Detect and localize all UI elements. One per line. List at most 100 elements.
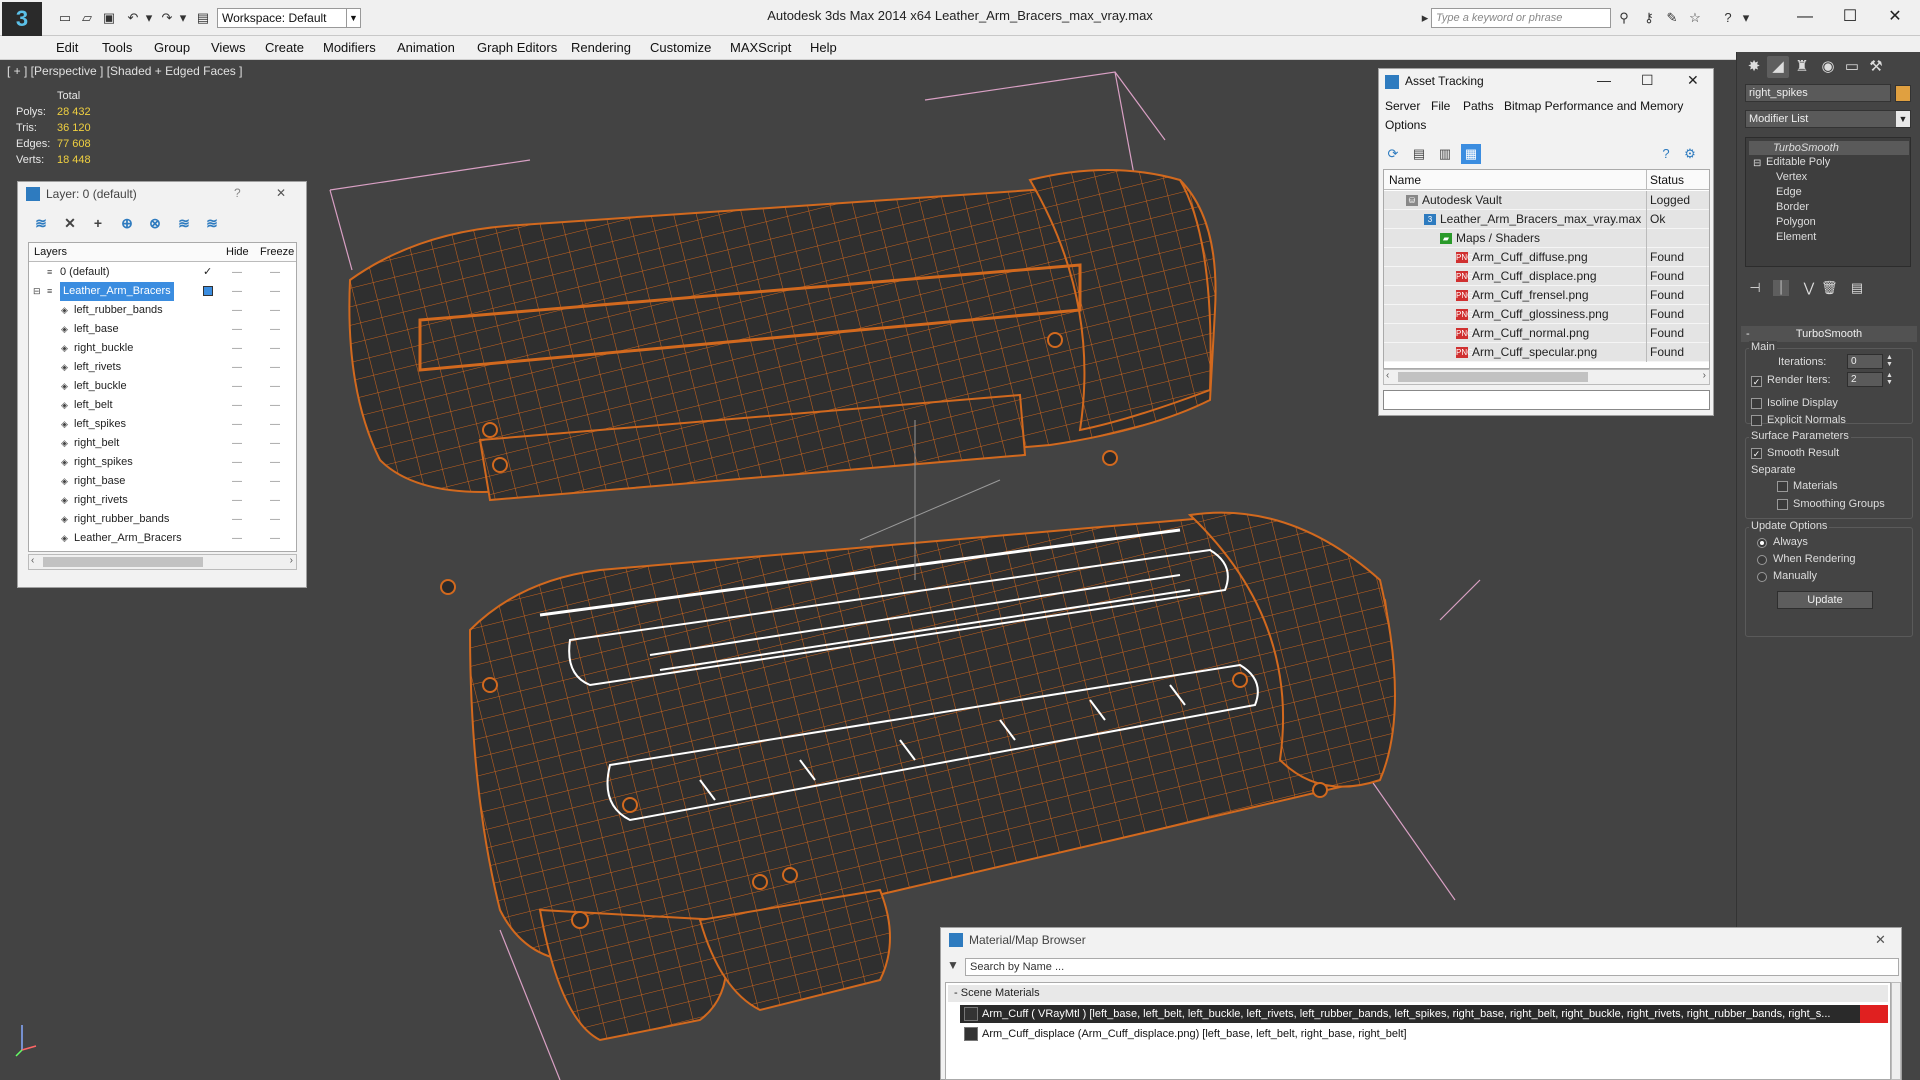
layer-row[interactable]: ≡ 0 (default) ✓ — — <box>29 263 296 282</box>
project-folder-icon[interactable]: ▤ <box>194 9 212 27</box>
scroll-left-icon[interactable]: ‹ <box>31 555 34 566</box>
layer-row[interactable]: ◈ right_buckle — — <box>29 339 296 358</box>
menu-animation[interactable]: Animation <box>397 40 455 55</box>
freeze-toggle[interactable]: — <box>270 434 280 453</box>
menu-graph-editors[interactable]: Graph Editors <box>477 40 557 55</box>
freeze-toggle[interactable]: — <box>270 358 280 377</box>
subscription-icon[interactable]: ⚷ <box>1640 9 1658 27</box>
browser-vscrollbar[interactable] <box>1891 982 1901 1080</box>
menu-rendering[interactable]: Rendering <box>571 40 631 55</box>
smooth-result-checkbox[interactable]: ✓ <box>1751 448 1762 459</box>
freeze-toggle[interactable]: — <box>270 529 280 548</box>
table-view-icon[interactable]: ▦ <box>1461 144 1481 164</box>
menu-customize[interactable]: Customize <box>650 40 711 55</box>
asset-path-field[interactable] <box>1383 390 1710 410</box>
pin-stack-icon[interactable]: ⊣ <box>1747 280 1763 296</box>
layer-row[interactable]: ◈ left_rivets — — <box>29 358 296 377</box>
highlight-layer-icon[interactable]: ⊗ <box>146 214 164 232</box>
spinner-arrows-icon[interactable]: ▲ ▼ <box>1885 354 1894 369</box>
stack-item-vertex[interactable]: Vertex <box>1776 171 1807 183</box>
menu-options[interactable]: Options <box>1385 118 1426 132</box>
browser-options-icon[interactable]: ▼ <box>947 958 959 972</box>
layer-row[interactable]: ◈ right_belt — — <box>29 434 296 453</box>
freeze-toggle[interactable]: — <box>270 415 280 434</box>
motion-tab-icon[interactable]: ◉ <box>1817 56 1839 78</box>
asset-row[interactable]: PNG Arm_Cuff_displace.png Found <box>1384 267 1709 286</box>
add-to-layer-icon[interactable]: + <box>89 214 107 232</box>
close-button[interactable]: ✕ <box>1873 4 1917 30</box>
show-end-result-icon[interactable]: ⏐ <box>1773 280 1789 296</box>
hide-toggle[interactable]: — <box>232 510 242 529</box>
freeze-toggle[interactable]: — <box>270 377 280 396</box>
help-icon[interactable]: ? <box>1719 9 1737 27</box>
scroll-thumb[interactable] <box>1398 372 1588 382</box>
menu-modifiers[interactable]: Modifiers <box>323 40 376 55</box>
minimize-button[interactable]: — <box>1783 4 1827 30</box>
create-layer-icon[interactable]: ≋ <box>32 214 50 232</box>
freeze-toggle[interactable]: — <box>270 510 280 529</box>
manually-radio[interactable] <box>1757 572 1767 582</box>
minimize-button[interactable]: — <box>1597 72 1611 88</box>
hide-toggle[interactable]: — <box>232 320 242 339</box>
modifier-list-dropdown[interactable]: Modifier List ▼ <box>1745 110 1911 128</box>
freeze-toggle[interactable]: — <box>270 491 280 510</box>
material-row[interactable]: Arm_Cuff ( VRayMtl ) [left_base, left_be… <box>960 1005 1888 1023</box>
save-file-icon[interactable]: ▣ <box>100 9 118 27</box>
hide-toggle[interactable]: — <box>232 434 242 453</box>
hide-toggle[interactable]: — <box>232 415 242 434</box>
asset-row[interactable]: 3 Leather_Arm_Bracers_max_vray.max Ok <box>1384 210 1709 229</box>
col-freeze[interactable]: Freeze <box>260 243 294 262</box>
open-file-icon[interactable]: ▱ <box>78 9 96 27</box>
stack-item-edge[interactable]: Edge <box>1776 186 1802 198</box>
set-current-box[interactable] <box>203 286 213 296</box>
scroll-left-icon[interactable]: ‹ <box>1386 370 1389 381</box>
help-icon[interactable]: ? <box>234 186 241 200</box>
hide-toggle[interactable]: — <box>232 491 242 510</box>
isoline-checkbox[interactable] <box>1751 398 1762 409</box>
iterations-spinner[interactable]: 0 <box>1847 354 1883 369</box>
modify-tab-icon[interactable]: ◢ <box>1767 56 1789 78</box>
asset-row[interactable]: PNG Arm_Cuff_glossiness.png Found <box>1384 305 1709 324</box>
scroll-right-icon[interactable]: › <box>1703 370 1706 381</box>
smoothing-groups-checkbox[interactable] <box>1777 499 1788 510</box>
menu-views[interactable]: Views <box>211 40 245 55</box>
stack-item-border[interactable]: Border <box>1776 201 1809 213</box>
col-name[interactable]: Name <box>1389 170 1421 190</box>
layer-row[interactable]: ◈ right_rivets — — <box>29 491 296 510</box>
stack-item-editable-poly[interactable]: Editable Poly <box>1766 156 1830 168</box>
redo-dropdown-icon[interactable]: ▾ <box>174 9 192 27</box>
expand-minus-icon[interactable]: ⊟ <box>33 286 43 296</box>
thumb-view-icon[interactable]: ▥ <box>1435 144 1455 164</box>
asset-row[interactable]: PNG Arm_Cuff_specular.png Found <box>1384 343 1709 362</box>
materials-checkbox[interactable] <box>1777 481 1788 492</box>
material-row[interactable]: Arm_Cuff_displace (Arm_Cuff_displace.png… <box>960 1025 1888 1043</box>
menu-create[interactable]: Create <box>265 40 304 55</box>
stack-item-polygon[interactable]: Polygon <box>1776 216 1816 228</box>
close-button[interactable]: ✕ <box>1687 72 1699 89</box>
utilities-tab-icon[interactable]: ⚒ <box>1865 56 1887 78</box>
close-icon[interactable]: ✕ <box>276 186 286 200</box>
search-input[interactable]: Search by Name ... <box>965 958 1899 976</box>
undo-dropdown-icon[interactable]: ▾ <box>140 9 158 27</box>
freeze-toggle[interactable]: — <box>270 320 280 339</box>
freeze-toggle[interactable]: — <box>270 472 280 491</box>
scroll-right-icon[interactable]: › <box>290 555 293 566</box>
close-icon[interactable]: ✕ <box>1875 932 1886 948</box>
layer-row[interactable]: ◈ left_belt — — <box>29 396 296 415</box>
layer-row[interactable]: ◈ right_spikes — — <box>29 453 296 472</box>
menu-paths[interactable]: Paths <box>1463 99 1494 113</box>
render-iters-checkbox[interactable]: ✓ <box>1751 376 1762 387</box>
settings-icon[interactable]: ⚙ <box>1680 144 1700 164</box>
spinner-arrows-icon[interactable]: ▲ ▼ <box>1885 372 1894 387</box>
layer-row[interactable]: ◈ right_rubber_bands — — <box>29 510 296 529</box>
freeze-toggle[interactable]: — <box>270 263 280 282</box>
stack-item-element[interactable]: Element <box>1776 231 1816 243</box>
favorites-star-icon[interactable]: ☆ <box>1686 9 1704 27</box>
layer-row[interactable]: ◈ left_spikes — — <box>29 415 296 434</box>
freeze-toggle[interactable]: — <box>270 453 280 472</box>
configure-sets-icon[interactable]: ▤ <box>1849 280 1865 296</box>
asset-row[interactable]: ▰ Maps / Shaders <box>1384 229 1709 248</box>
layer-row[interactable]: ◈ Leather_Arm_Bracers — — <box>29 529 296 548</box>
freeze-toggle[interactable]: — <box>270 282 280 301</box>
hierarchy-tab-icon[interactable]: ♜ <box>1791 56 1813 78</box>
